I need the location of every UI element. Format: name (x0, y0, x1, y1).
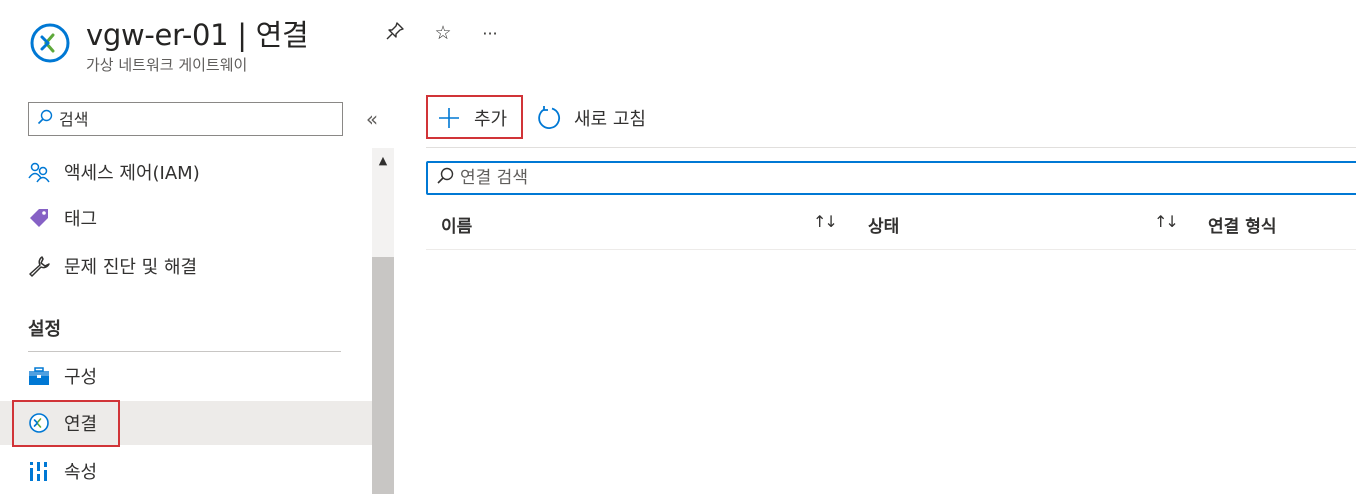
sidebar-item-tags[interactable]: 태그 (0, 196, 372, 240)
column-header-status: 상태 (868, 217, 900, 237)
refresh-icon (536, 105, 562, 131)
sidebar-scrollbar-thumb[interactable] (372, 257, 394, 494)
search-icon (37, 109, 53, 129)
sidebar-item-label: 액세스 제어(IAM) (64, 163, 200, 184)
table-header-divider (426, 249, 1356, 250)
sidebar-item-configuration[interactable]: 구성 (0, 354, 372, 398)
sidebar-search[interactable] (28, 102, 343, 136)
column-header-name: 이름 (441, 217, 473, 237)
search-icon (436, 167, 454, 189)
triangle-up-icon: ▲ (378, 153, 388, 167)
sort-status-icon[interactable]: ↑↓ (1154, 212, 1179, 231)
star-icon: ☆ (434, 22, 452, 44)
highlight-box (426, 95, 523, 139)
people-icon (28, 161, 50, 183)
scroll-up-button[interactable]: ▲ (372, 148, 394, 172)
section-title-settings: 설정 (28, 319, 62, 340)
toolbar-divider (426, 147, 1356, 148)
double-chevron-left-icon: « (365, 107, 379, 131)
refresh-button-label: 새로 고침 (574, 109, 646, 130)
sidebar-item-label: 태그 (64, 209, 98, 230)
connections-search[interactable] (426, 161, 1356, 195)
column-header-connection-type: 연결 형식 (1208, 217, 1277, 237)
refresh-button[interactable]: 새로 고침 (536, 100, 646, 136)
collapse-sidebar-button[interactable]: « (360, 106, 384, 132)
pin-icon (385, 21, 405, 46)
connections-search-input[interactable] (460, 168, 1310, 188)
gateway-icon (29, 22, 71, 64)
sidebar-item-properties[interactable]: 속성 (0, 449, 372, 493)
sidebar-item-diagnose[interactable]: 문제 진단 및 해결 (0, 244, 372, 288)
sidebar-item-label: 속성 (64, 462, 98, 483)
favorite-button[interactable]: ☆ (430, 20, 456, 46)
wrench-icon (28, 255, 50, 277)
sidebar-item-iam[interactable]: 액세스 제어(IAM) (0, 150, 372, 194)
page-subtitle: 가상 네트워크 게이트웨이 (86, 56, 248, 74)
pin-button[interactable] (382, 20, 408, 46)
section-divider (28, 351, 341, 352)
sidebar-item-label: 문제 진단 및 해결 (64, 257, 198, 278)
more-button[interactable]: ··· (477, 20, 503, 46)
page-title: vgw-er-01 | 연결 (86, 18, 309, 52)
sidebar-item-label: 구성 (64, 367, 98, 388)
tag-icon (28, 207, 50, 229)
toolbox-icon (28, 365, 50, 387)
properties-icon (28, 460, 50, 482)
sidebar-search-input[interactable] (59, 109, 329, 129)
highlight-box (12, 400, 120, 447)
sort-name-icon[interactable]: ↑↓ (813, 212, 838, 231)
more-icon: ··· (482, 23, 498, 43)
